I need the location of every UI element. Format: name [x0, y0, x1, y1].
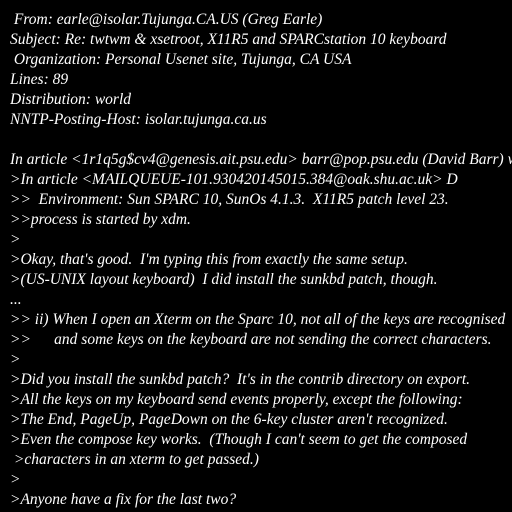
body-line-quote-marker-2: > [10, 351, 21, 368]
header-organization: Organization: Personal Usenet site, Tuju… [10, 51, 352, 68]
body-line-environment: >> Environment: Sun SPARC 10, SunOs 4.1.… [10, 191, 449, 208]
body-line-composed-chars: >characters in an xterm to get passed.) [10, 451, 259, 468]
body-line-xterm-keys: >> ii) When I open an Xterm on the Sparc… [10, 311, 506, 328]
header-nntp-posting-host: NNTP-Posting-Host: isolar.tujunga.ca.us [10, 111, 267, 128]
body-line-okay: >Okay, that's good. I'm typing this from… [10, 251, 408, 268]
body-line-keyboard-layout: >(US-UNIX layout keyboard) I did install… [10, 271, 438, 288]
body-line-ellipsis: ... [10, 291, 22, 308]
header-from: From: earle@isolar.Tujunga.CA.US (Greg E… [10, 11, 323, 28]
body-line-attribution: In article <1r1q5g$cv4@genesis.ait.psu.e… [10, 151, 512, 168]
body-line-compose-key: >Even the compose key works. (Though I c… [10, 431, 468, 448]
body-line-quote-marker: > [10, 231, 21, 248]
body-line-end-pageup: >The End, PageUp, PageDown on the 6-key … [10, 411, 448, 428]
usenet-message: From: earle@isolar.Tujunga.CA.US (Greg E… [10, 10, 512, 510]
body-line-quote-marker-3: > [10, 471, 21, 488]
body-line-sunkbd-patch: >Did you install the sunkbd patch? It's … [10, 371, 471, 388]
header-distribution: Distribution: world [10, 91, 132, 108]
header-lines: Lines: 89 [10, 71, 69, 88]
header-subject: Subject: Re: twtwm & xsetroot, X11R5 and… [10, 31, 447, 48]
body-line-wrong-chars: >> and some keys on the keyboard are not… [10, 331, 492, 348]
body-line-blank [10, 130, 512, 150]
body-line-process: >>process is started by xdm. [10, 211, 191, 228]
body-line-all-keys: >All the keys on my keyboard send events… [10, 391, 463, 408]
body-line-fix-question: >Anyone have a fix for the last two? [10, 491, 237, 508]
body-line-quoted-attribution: >In article <MAILQUEUE-101.930420145015.… [10, 171, 458, 188]
